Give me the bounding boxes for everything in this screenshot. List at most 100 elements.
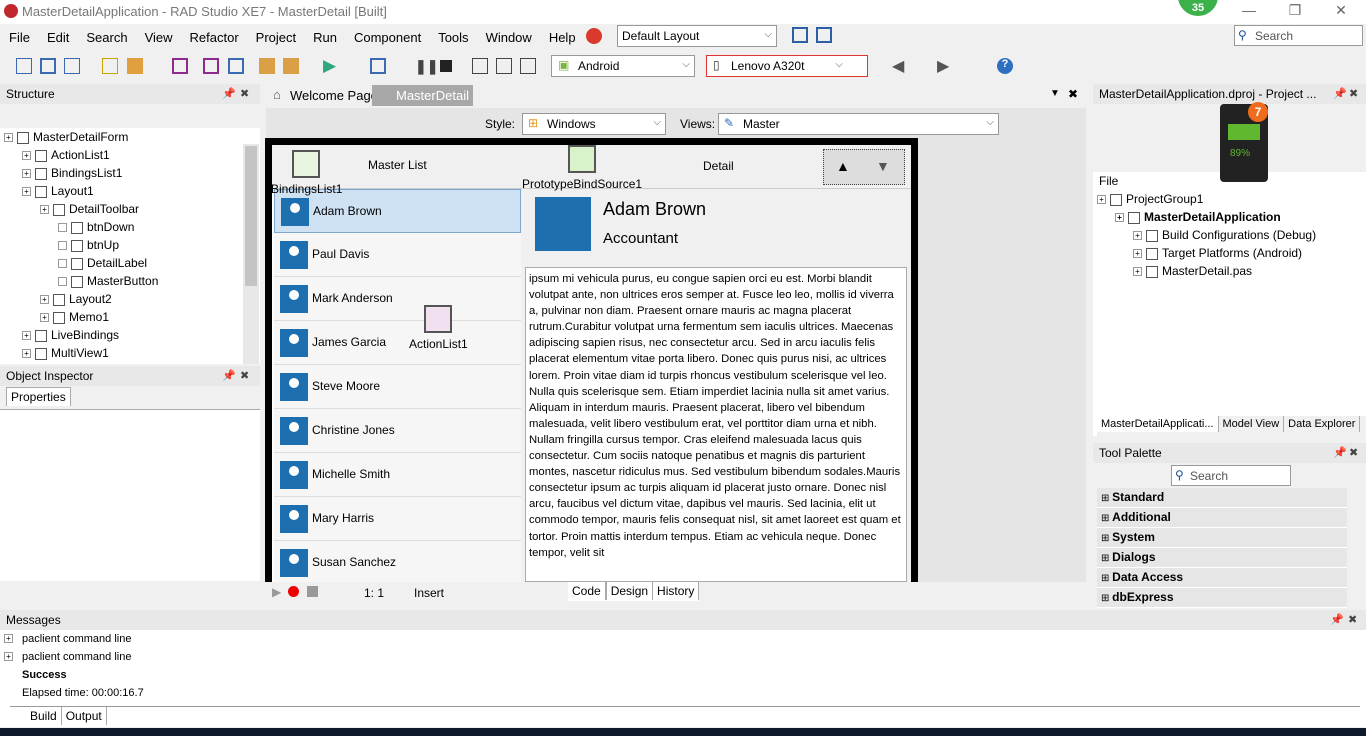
expand-icon[interactable]: + [22, 331, 31, 341]
set-layout-icon[interactable] [816, 27, 832, 43]
embarcadero-icon[interactable] [586, 28, 602, 44]
run-to-cursor-icon[interactable] [520, 58, 536, 74]
save-icon[interactable] [172, 58, 188, 74]
trace-into-icon[interactable] [472, 58, 488, 74]
palette-search-input[interactable]: ⚲ Search [1171, 465, 1291, 486]
expand-icon[interactable]: + [1133, 267, 1142, 277]
menu-component[interactable]: Component [345, 26, 429, 50]
btn-down-icon[interactable]: ▼ [876, 158, 890, 174]
step-over-icon[interactable] [496, 58, 512, 74]
memo[interactable]: ipsum mi vehicula purus, eu congue sapie… [525, 267, 907, 582]
tree-item[interactable]: + LiveBindings [4, 326, 260, 344]
close-icon[interactable]: ✖ [240, 369, 249, 382]
expand-icon[interactable]: + [40, 313, 49, 323]
close-icon[interactable]: ✖ [1348, 613, 1357, 626]
expand-icon[interactable] [58, 259, 67, 269]
platform-combo[interactable]: ▣ Android ⌵ [551, 55, 695, 77]
expand-icon[interactable]: + [22, 151, 31, 161]
expand-icon[interactable]: + [1115, 213, 1124, 223]
new-item-icon[interactable] [102, 58, 118, 74]
minimize-button[interactable]: — [1234, 2, 1264, 18]
close-icon[interactable]: ✖ [1068, 87, 1078, 101]
tree-item[interactable]: DetailLabel [4, 254, 260, 272]
record-macro-icon[interactable] [288, 586, 299, 597]
close-button[interactable]: ✕ [1326, 2, 1356, 19]
palette-category[interactable]: ⊞ System [1097, 528, 1347, 548]
open-project-icon[interactable] [64, 58, 80, 74]
expand-icon[interactable]: + [4, 652, 13, 661]
maximize-button[interactable]: ❐ [1280, 2, 1310, 19]
chevron-down-icon[interactable]: ▼ [1050, 88, 1060, 99]
save-as-icon[interactable] [228, 58, 244, 74]
tree-item[interactable]: + Target Platforms (Android) [1097, 244, 1366, 262]
list-item[interactable]: Steve Moore [274, 365, 521, 409]
help-icon[interactable]: ? [997, 58, 1013, 74]
menu-file[interactable]: File [0, 26, 38, 50]
tree-item[interactable]: + ActionList1 [4, 146, 260, 164]
bindingslist-icon[interactable] [292, 150, 320, 178]
tree-item[interactable]: + DetailToolbar [4, 200, 260, 218]
tab-design[interactable]: Design [605, 582, 654, 600]
run-icon[interactable]: ▶ [323, 56, 336, 76]
palette-category[interactable]: ⊞ Standard [1097, 488, 1347, 508]
list-item[interactable]: Michelle Smith [274, 453, 521, 497]
tree-item[interactable]: + MasterDetail.pas [1097, 262, 1366, 280]
open-icon[interactable] [40, 58, 56, 74]
menu-refactor[interactable]: Refactor [181, 26, 247, 50]
stop-macro-icon[interactable] [307, 586, 318, 597]
search-input[interactable]: ⚲ Search [1234, 25, 1363, 46]
style-combo[interactable]: ⊞ Windows ⌵ [522, 113, 666, 135]
add-to-project-icon[interactable] [259, 58, 275, 74]
expand-icon[interactable]: + [4, 133, 13, 143]
expand-icon[interactable]: + [22, 169, 31, 179]
forward-icon[interactable]: ▶ [937, 56, 949, 76]
menu-search[interactable]: Search [77, 26, 135, 50]
menu-project[interactable]: Project [247, 26, 304, 50]
new-icon[interactable] [16, 58, 32, 74]
remove-from-project-icon[interactable] [283, 58, 299, 74]
pin-icon[interactable]: 📌 [222, 369, 236, 382]
message-line[interactable]: + paclient command line [0, 648, 1366, 666]
tab-welcome-page[interactable]: ⌂ Welcome Page [270, 87, 382, 104]
tab-properties[interactable]: Properties [6, 387, 71, 406]
menu-edit[interactable]: Edit [38, 26, 77, 50]
stop-icon[interactable] [440, 60, 452, 72]
palette-category[interactable]: ⊞ Additional [1097, 508, 1347, 528]
menu-help[interactable]: Help [540, 26, 584, 50]
tree-item[interactable]: + MultiView1 [4, 344, 260, 362]
expand-icon[interactable]: + [4, 634, 13, 643]
tree-item[interactable]: + MasterDetailForm [4, 128, 260, 146]
list-item[interactable]: Christine Jones [274, 409, 521, 453]
tab-output[interactable]: Output [62, 707, 107, 725]
expand-icon[interactable]: + [40, 295, 49, 305]
layout-combo[interactable]: Default Layout ⌵ [617, 25, 777, 47]
palette-category[interactable]: ⊞ Data Access [1097, 568, 1347, 588]
tab-history[interactable]: History [653, 582, 700, 600]
btn-up-icon[interactable]: ▲ [836, 158, 850, 174]
palette-category[interactable]: ⊞ Dialogs [1097, 548, 1347, 568]
pin-icon[interactable]: 📌 [1330, 613, 1344, 626]
list-item[interactable]: Mark Anderson [274, 277, 521, 321]
palette-category[interactable]: ⊞ dbExpress [1097, 588, 1347, 608]
expand-icon[interactable] [58, 241, 67, 251]
tree-item[interactable]: + BindingsList1 [4, 164, 260, 182]
close-icon[interactable]: ✖ [1349, 446, 1358, 459]
tab-build[interactable]: Build [10, 707, 62, 725]
menu-run[interactable]: Run [304, 26, 345, 50]
views-combo[interactable]: ✎ Master ⌵ [718, 113, 999, 135]
run-without-debug-icon[interactable] [370, 58, 386, 74]
tree-item[interactable]: + ProjectGroup1 [1097, 190, 1366, 208]
pin-icon[interactable]: 📌 [222, 87, 236, 100]
tree-item[interactable]: + Layout1 [4, 182, 260, 200]
message-line[interactable]: + paclient command line [0, 630, 1366, 648]
open-file-icon[interactable] [127, 58, 143, 74]
list-item[interactable]: Susan Sanchez [274, 541, 521, 585]
expand-icon[interactable]: + [22, 187, 31, 197]
device-combo[interactable]: ▯ Lenovo A320t ⌵ [706, 55, 868, 77]
tab-model-view[interactable]: Model View [1219, 416, 1285, 432]
save-layout-icon[interactable] [792, 27, 808, 43]
prototype-bindsource-icon[interactable] [568, 145, 596, 173]
expand-icon[interactable]: + [40, 205, 49, 215]
back-icon[interactable]: ◀ [892, 56, 904, 76]
tree-item[interactable]: btnUp [4, 236, 260, 254]
